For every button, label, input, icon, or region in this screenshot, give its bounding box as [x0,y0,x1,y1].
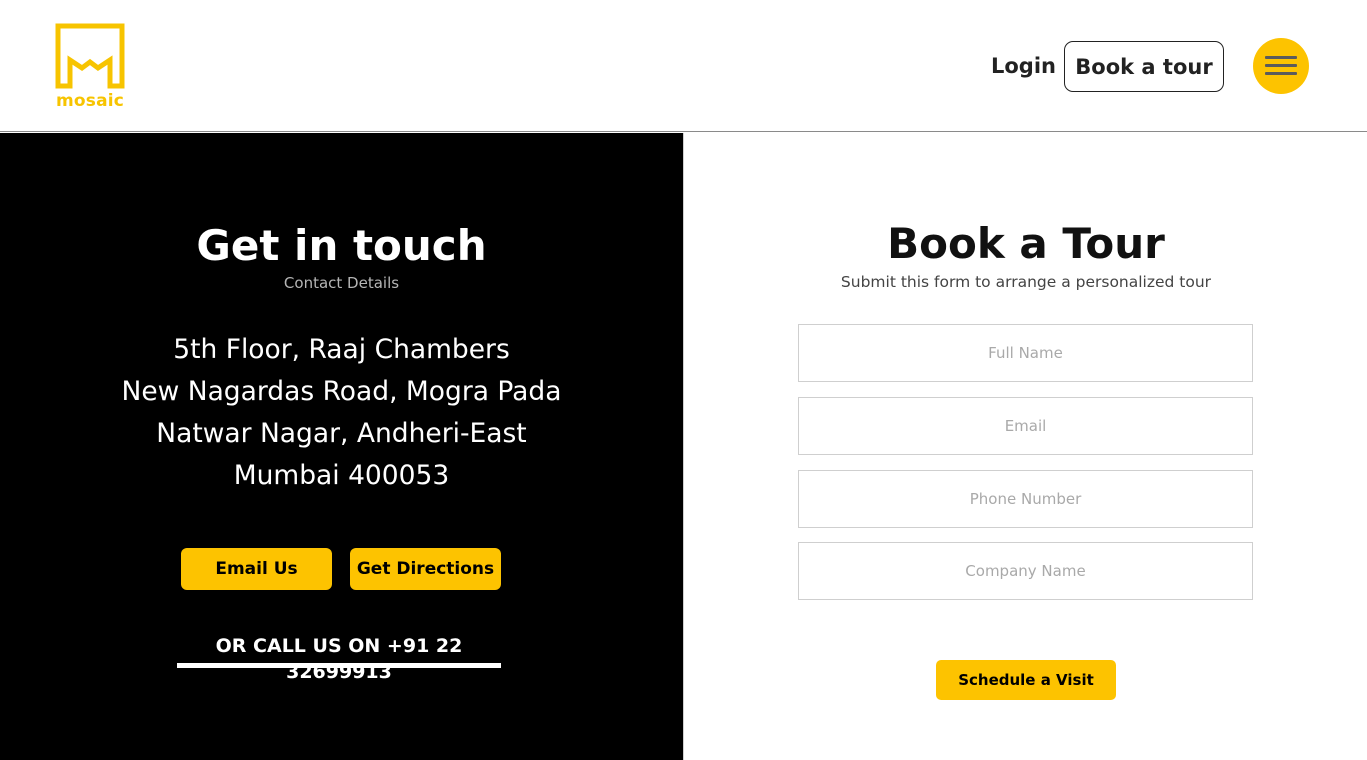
logo-text: mosaic [55,91,125,111]
contact-title: Get in touch [196,221,487,270]
logo[interactable]: mosaic [54,22,126,112]
company-name-input[interactable] [798,542,1253,600]
menu-button[interactable] [1253,38,1309,94]
site-header: mosaic Login Book a tour [0,0,1367,132]
address-line: Natwar Nagar, Andheri-East [156,418,527,449]
mosaic-logo-icon [55,23,125,89]
call-us-link[interactable]: OR CALL US ON +91 22 32699913 [177,633,501,685]
full-name-input[interactable] [798,324,1253,382]
get-directions-button[interactable]: Get Directions [350,548,501,590]
book-tour-subtitle: Submit this form to arrange a personaliz… [840,273,1212,291]
book-tour-panel: Book a Tour Submit this form to arrange … [683,133,1367,760]
contact-subtitle: Contact Details [283,274,400,292]
schedule-visit-button[interactable]: Schedule a Visit [936,660,1116,700]
email-us-button[interactable]: Email Us [181,548,332,590]
address-line: New Nagardas Road, Mogra Pada [121,376,562,407]
address-block: 5th Floor, Raaj Chambers New Nagardas Ro… [0,329,683,497]
address-line: Mumbai 400053 [233,460,450,491]
contact-panel: Get in touch Contact Details 5th Floor, … [0,133,683,760]
call-underline [177,663,501,668]
phone-number-input[interactable] [798,470,1253,528]
login-link[interactable]: Login [991,52,1056,80]
book-tour-title: Book a Tour [887,219,1165,268]
book-a-tour-button[interactable]: Book a tour [1064,41,1224,92]
email-input[interactable] [798,397,1253,455]
address-line: 5th Floor, Raaj Chambers [173,334,510,365]
